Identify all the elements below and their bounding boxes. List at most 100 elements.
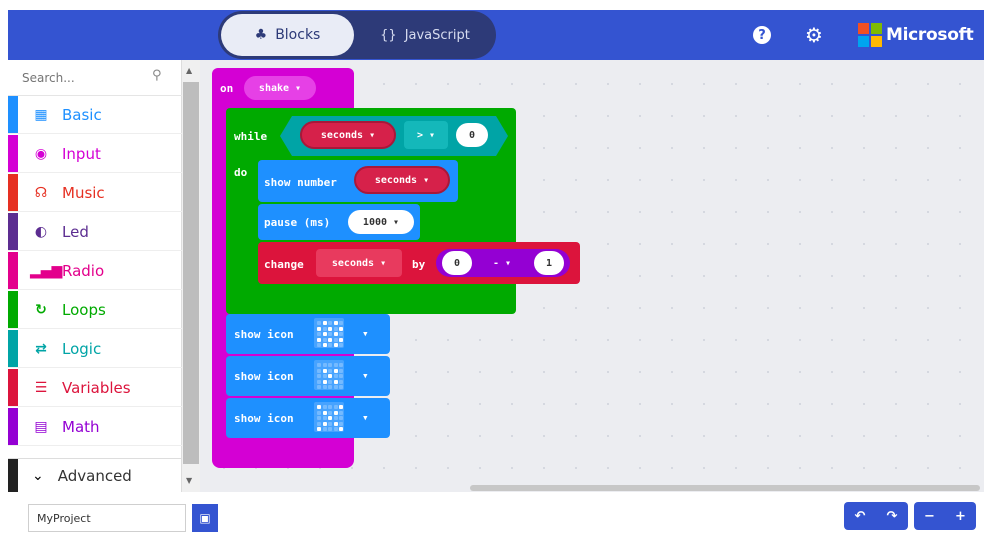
braces-icon: {} [380, 27, 397, 43]
variable-seconds-pill[interactable]: seconds ▾ [300, 121, 396, 149]
show-icon-label: show icon [234, 412, 294, 425]
category-color-bar [8, 96, 18, 133]
category-logic[interactable]: ⇄ Logic [8, 330, 182, 368]
math-a-value: 0 [453, 257, 461, 269]
show-number-label: show number [264, 176, 337, 189]
on-label: on [220, 82, 234, 95]
chevron-down-icon[interactable]: ▾ [362, 411, 369, 424]
puzzle-icon: ♣ [254, 27, 268, 43]
change-variable-dropdown[interactable]: seconds ▾ [316, 249, 402, 277]
list-icon: ☰ [34, 379, 48, 396]
icon-picker-dropdown[interactable] [314, 402, 344, 432]
event-dropdown-label: shake [258, 82, 290, 94]
category-math[interactable]: ▤ Math [8, 408, 182, 446]
scroll-up-icon[interactable]: ▲ [186, 66, 192, 75]
math-b-value: 1 [545, 257, 553, 269]
change-label: change [264, 258, 304, 271]
category-loops[interactable]: ↻ Loops [8, 291, 182, 329]
category-color-bar [8, 174, 18, 211]
undo-redo-group: ↶ ↷ [844, 502, 908, 530]
toggle-icon: ◐ [34, 223, 48, 240]
top-toolbar: ♣ Blocks {} JavaScript ? ⚙ Microsoft [8, 10, 984, 60]
category-music[interactable]: ☊ Music [8, 174, 182, 212]
category-input[interactable]: ◉ Input [8, 135, 182, 173]
calculator-icon: ▤ [34, 418, 48, 435]
category-advanced-label: Advanced [57, 466, 132, 485]
tab-javascript[interactable]: {} JavaScript [358, 14, 492, 56]
category-radio[interactable]: ▂▄▆ Radio [8, 252, 182, 290]
pause-duration-value: 1000 [362, 216, 388, 228]
search-input[interactable] [22, 68, 142, 88]
help-icon[interactable]: ? [750, 23, 774, 47]
by-label: by [412, 258, 426, 271]
category-color-bar [8, 408, 18, 445]
category-label: Math [62, 417, 100, 436]
category-label: Radio [62, 261, 105, 280]
zoom-out-icon[interactable]: − [924, 509, 935, 524]
category-basic[interactable]: ▦ Basic [8, 96, 182, 134]
gear-icon[interactable]: ⚙ [802, 23, 826, 47]
save-button[interactable]: ▣ [192, 504, 218, 532]
bottom-bar: ▣ ↶ ↷ − + [8, 492, 984, 533]
chevron-down-icon[interactable]: ▾ [362, 369, 369, 382]
category-color-bar [8, 330, 18, 367]
category-label: Variables [62, 378, 131, 397]
save-icon: ▣ [199, 511, 211, 525]
microsoft-logo[interactable]: Microsoft [858, 23, 974, 47]
category-color-bar [8, 135, 18, 172]
category-color-bar [8, 291, 18, 328]
while-label: while [234, 130, 268, 143]
compare-operator-label: > [416, 129, 423, 141]
event-dropdown[interactable]: shake ▾ [244, 76, 316, 100]
pause-label: pause (ms) [264, 216, 331, 229]
math-operator-dropdown[interactable]: - ▾ [482, 251, 522, 275]
sidebar-scrollbar-thumb[interactable] [183, 82, 199, 464]
category-label: Basic [62, 105, 102, 124]
variable-seconds-pill-2[interactable]: seconds ▾ [354, 166, 450, 194]
chevron-down-icon[interactable]: ▾ [362, 327, 369, 340]
icon-picker-dropdown[interactable] [314, 318, 344, 348]
category-label: Music [62, 183, 105, 202]
math-b-input[interactable]: 1 [534, 251, 564, 275]
tab-blocks-label: Blocks [275, 27, 321, 43]
pause-duration-dropdown[interactable]: 1000 ▾ [348, 210, 414, 234]
category-color-bar [8, 213, 18, 250]
compare-value: 0 [468, 129, 476, 141]
target-icon: ◉ [34, 145, 48, 162]
tab-blocks[interactable]: ♣ Blocks [221, 14, 354, 56]
category-advanced[interactable]: ⌄ Advanced [8, 458, 182, 492]
category-label: Led [62, 222, 89, 241]
category-led[interactable]: ◐ Led [8, 213, 182, 251]
grid-icon: ▦ [34, 106, 48, 123]
search-icon[interactable]: ⚲ [152, 68, 162, 83]
variable-seconds-label: seconds [320, 129, 364, 141]
category-variables[interactable]: ☰ Variables [8, 369, 182, 407]
refresh-icon: ↻ [35, 301, 47, 318]
redo-icon[interactable]: ↷ [887, 509, 898, 524]
scroll-down-icon[interactable]: ▼ [186, 476, 192, 485]
show-icon-label: show icon [234, 370, 294, 383]
category-color-bar [8, 459, 18, 492]
shuffle-icon: ⇄ [35, 340, 47, 357]
change-variable-label: seconds [331, 257, 375, 269]
blocks-workspace[interactable]: on shake ▾ while do seconds ▾ > ▾ 0 show… [200, 60, 984, 492]
project-name-input[interactable] [28, 504, 186, 532]
math-a-input[interactable]: 0 [442, 251, 472, 275]
editor-mode-toggle: ♣ Blocks {} JavaScript [218, 11, 496, 59]
toolbox-search: ⚲ [8, 60, 182, 96]
chevron-down-icon: ⌄ [32, 467, 44, 484]
icon-picker-dropdown[interactable] [314, 360, 344, 390]
microsoft-label: Microsoft [886, 25, 974, 45]
category-color-bar [8, 369, 18, 406]
category-label: Loops [62, 300, 106, 319]
undo-icon[interactable]: ↶ [855, 509, 866, 524]
category-label: Logic [62, 339, 102, 358]
toolbox-sidebar: ⚲ ▦ Basic ◉ Input ☊ Music ◐ Led ▂▄▆Radio ↻ Loops ⇄ L… [8, 60, 182, 492]
do-label: do [234, 166, 248, 179]
zoom-in-icon[interactable]: + [955, 509, 966, 524]
compare-operator-dropdown[interactable]: > ▾ [404, 121, 448, 149]
category-color-bar [8, 252, 18, 289]
workspace-horizontal-scrollbar[interactable] [470, 485, 980, 491]
compare-value-input[interactable]: 0 [456, 123, 488, 147]
category-label: Input [62, 144, 101, 163]
